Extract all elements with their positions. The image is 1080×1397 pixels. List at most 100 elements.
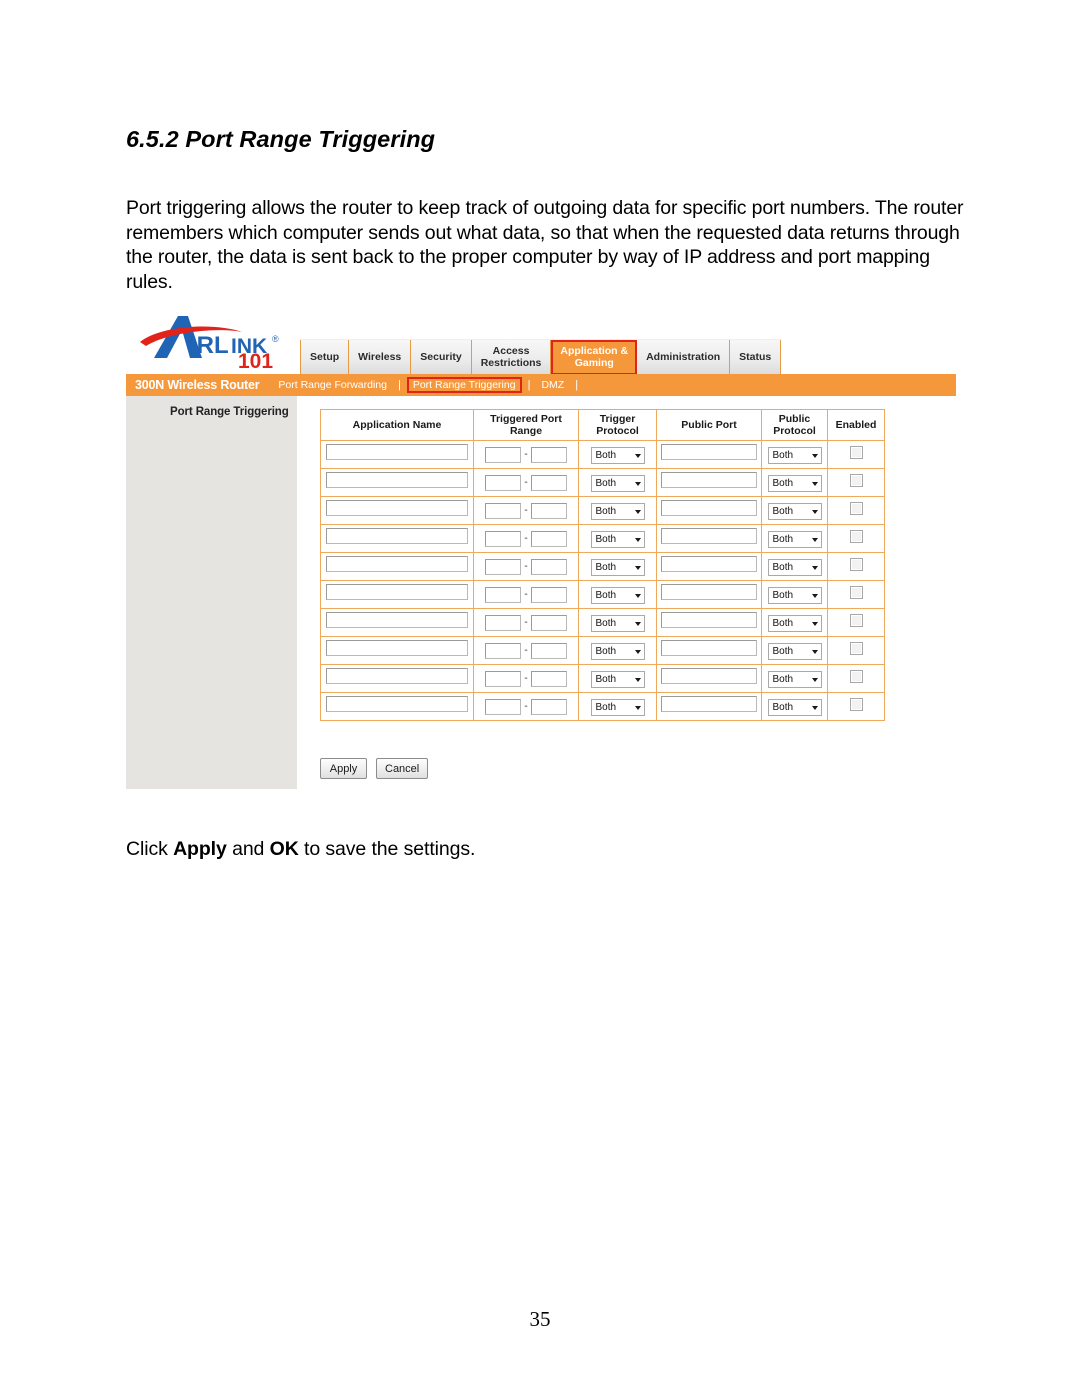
public-port-input[interactable] bbox=[661, 668, 757, 684]
public-port-input[interactable] bbox=[661, 612, 757, 628]
triggered-port-start-input[interactable] bbox=[485, 530, 522, 547]
triggered-port-end-input[interactable] bbox=[530, 530, 567, 547]
enabled-checkbox[interactable] bbox=[849, 585, 863, 599]
public-protocol-select[interactable]: Both bbox=[767, 643, 822, 660]
trigger-protocol-select[interactable]: Both bbox=[590, 643, 645, 660]
enabled-checkbox[interactable] bbox=[849, 669, 863, 683]
triggered-port-start-input[interactable] bbox=[485, 670, 522, 687]
range-separator: - bbox=[524, 617, 528, 628]
application-name-input[interactable] bbox=[326, 640, 468, 656]
triggered-port-end-input[interactable] bbox=[530, 502, 567, 519]
public-port-input[interactable] bbox=[661, 556, 757, 572]
public-port-input[interactable] bbox=[661, 472, 757, 488]
tab-status[interactable]: Status bbox=[730, 340, 782, 375]
apply-button[interactable]: Apply bbox=[320, 758, 367, 779]
public-port-input[interactable] bbox=[661, 640, 757, 656]
trigger-protocol-select[interactable]: Both bbox=[590, 699, 645, 716]
subnav-dmz[interactable]: DMZ bbox=[536, 378, 569, 392]
public-port-input[interactable] bbox=[661, 528, 757, 544]
subnav-separator-3: | bbox=[575, 379, 579, 391]
triggered-port-end-input[interactable] bbox=[530, 614, 567, 631]
triggered-port-end-input[interactable] bbox=[530, 474, 567, 491]
triggered-port-start-input[interactable] bbox=[485, 502, 522, 519]
subnav-port-range-triggering[interactable]: Port Range Triggering bbox=[406, 377, 522, 393]
public-protocol-select[interactable]: Both bbox=[767, 615, 822, 632]
range-separator: - bbox=[524, 561, 528, 572]
triggered-port-start-input[interactable] bbox=[485, 474, 522, 491]
trigger-protocol-select[interactable]: Both bbox=[590, 531, 645, 548]
main-tab-bar[interactable]: Setup Wireless Security Access Restricti… bbox=[300, 339, 782, 375]
enabled-checkbox[interactable] bbox=[849, 529, 863, 543]
enabled-checkbox[interactable] bbox=[849, 445, 863, 459]
column-header-trigger-protocol: Trigger Protocol bbox=[578, 409, 657, 441]
cell-triggered-port-range: - bbox=[473, 496, 579, 525]
triggered-port-start-input[interactable] bbox=[485, 446, 522, 463]
trigger-protocol-select[interactable]: Both bbox=[590, 503, 645, 520]
application-name-input[interactable] bbox=[326, 668, 468, 684]
trigger-protocol-select[interactable]: Both bbox=[590, 615, 645, 632]
public-protocol-select[interactable]: Both bbox=[767, 587, 822, 604]
triggered-port-end-input[interactable] bbox=[530, 642, 567, 659]
public-protocol-select[interactable]: Both bbox=[767, 699, 822, 716]
trigger-protocol-select[interactable]: Both bbox=[590, 559, 645, 576]
subnav-links[interactable]: Port Range Forwarding | Port Range Trigg… bbox=[273, 377, 584, 393]
closing-bold-ok: OK bbox=[269, 838, 299, 860]
application-name-input[interactable] bbox=[326, 528, 468, 544]
triggered-port-start-input[interactable] bbox=[485, 642, 522, 659]
triggered-port-end-input[interactable] bbox=[530, 446, 567, 463]
table-row: - Both Both bbox=[320, 524, 885, 553]
cell-enabled bbox=[827, 664, 885, 693]
trigger-protocol-select[interactable]: Both bbox=[590, 587, 645, 604]
trigger-protocol-select[interactable]: Both bbox=[590, 475, 645, 492]
router-admin-screenshot: IRL INK ® 101 Setup Wireless Security Ac… bbox=[126, 306, 956, 789]
tab-security[interactable]: Security bbox=[411, 340, 472, 375]
application-name-input[interactable] bbox=[326, 444, 468, 460]
application-name-input[interactable] bbox=[326, 696, 468, 712]
public-protocol-select[interactable]: Both bbox=[767, 475, 822, 492]
public-protocol-select[interactable]: Both bbox=[767, 559, 822, 576]
public-port-input[interactable] bbox=[661, 696, 757, 712]
cell-public-protocol: Both bbox=[761, 636, 828, 665]
public-port-input[interactable] bbox=[661, 500, 757, 516]
application-name-input[interactable] bbox=[326, 472, 468, 488]
triggered-port-start-input[interactable] bbox=[485, 698, 522, 715]
enabled-checkbox[interactable] bbox=[849, 473, 863, 487]
trigger-protocol-value: Both bbox=[595, 646, 617, 657]
tab-access-restrictions[interactable]: Access Restrictions bbox=[472, 340, 552, 375]
triggered-port-start-input[interactable] bbox=[485, 558, 522, 575]
public-port-input[interactable] bbox=[661, 584, 757, 600]
enabled-checkbox[interactable] bbox=[849, 557, 863, 571]
public-protocol-select[interactable]: Both bbox=[767, 447, 822, 464]
enabled-checkbox[interactable] bbox=[849, 501, 863, 515]
enabled-checkbox[interactable] bbox=[849, 697, 863, 711]
closing-bold-apply: Apply bbox=[173, 838, 227, 860]
public-port-input[interactable] bbox=[661, 444, 757, 460]
application-name-input[interactable] bbox=[326, 612, 468, 628]
triggered-port-end-input[interactable] bbox=[530, 586, 567, 603]
application-name-input[interactable] bbox=[326, 556, 468, 572]
enabled-checkbox[interactable] bbox=[849, 641, 863, 655]
subnav-port-range-forwarding[interactable]: Port Range Forwarding bbox=[273, 378, 392, 392]
public-protocol-select[interactable]: Both bbox=[767, 531, 822, 548]
enabled-checkbox[interactable] bbox=[849, 613, 863, 627]
tab-application-and-gaming[interactable]: Application & Gaming bbox=[551, 340, 638, 375]
triggered-port-start-input[interactable] bbox=[485, 614, 522, 631]
triggered-port-end-input[interactable] bbox=[530, 698, 567, 715]
triggered-port-end-input[interactable] bbox=[530, 558, 567, 575]
triggered-port-end-input[interactable] bbox=[530, 670, 567, 687]
tab-setup[interactable]: Setup bbox=[300, 340, 350, 375]
trigger-protocol-select[interactable]: Both bbox=[590, 447, 645, 464]
application-name-input[interactable] bbox=[326, 584, 468, 600]
cancel-button[interactable]: Cancel bbox=[376, 758, 429, 779]
triggered-port-start-input[interactable] bbox=[485, 586, 522, 603]
application-name-input[interactable] bbox=[326, 500, 468, 516]
tab-administration[interactable]: Administration bbox=[637, 340, 731, 375]
table-header-row: Application Name Triggered Port Range Tr… bbox=[320, 409, 885, 441]
trigger-protocol-value: Both bbox=[595, 590, 617, 601]
public-protocol-select[interactable]: Both bbox=[767, 503, 822, 520]
cell-public-port bbox=[656, 524, 762, 553]
trigger-protocol-value: Both bbox=[595, 702, 617, 713]
trigger-protocol-select[interactable]: Both bbox=[590, 671, 645, 688]
public-protocol-select[interactable]: Both bbox=[767, 671, 822, 688]
tab-wireless[interactable]: Wireless bbox=[349, 340, 412, 375]
